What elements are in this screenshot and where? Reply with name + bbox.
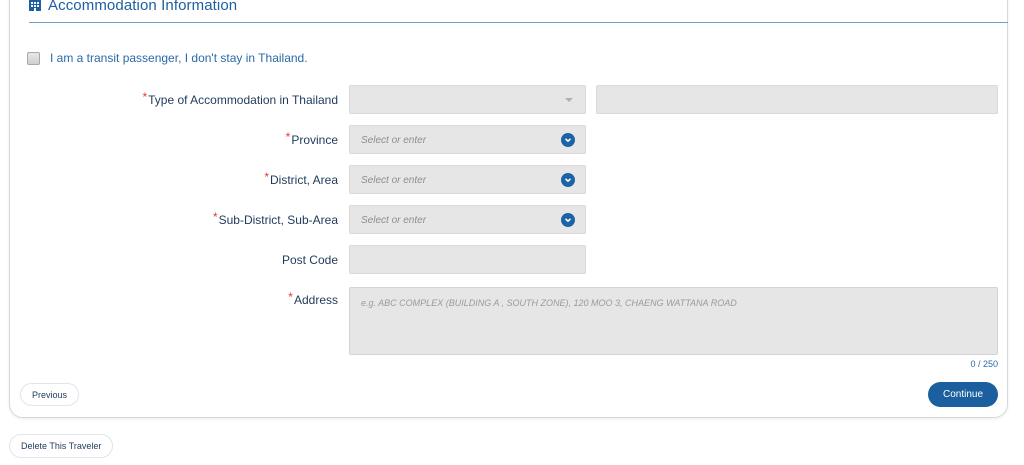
transit-label: I am a transit passenger, I don't stay i… [50,51,308,65]
province-placeholder: Select or enter [361,135,427,146]
required-mark: * [142,90,148,104]
section-title: Accommodation Information [48,0,238,14]
section-header: Accommodation Information [28,0,237,16]
address-placeholder: e.g. ABC COMPLEX (BUILDING A , SOUTH ZON… [361,298,737,308]
chevron-down-icon [565,98,573,102]
chevron-down-icon[interactable] [561,213,575,227]
sub-district-placeholder: Select or enter [361,215,427,226]
transit-passenger-option[interactable]: I am a transit passenger, I don't stay i… [27,51,308,65]
sub-district-select[interactable]: Select or enter [349,205,586,234]
accommodation-type-label-text: Type of Accommodation in Thailand [148,93,338,107]
chevron-down-icon[interactable] [561,173,575,187]
previous-button[interactable]: Previous [20,383,80,406]
delete-traveler-button[interactable]: Delete This Traveler [9,434,114,458]
address-label: *Address [288,290,338,307]
accommodation-type-label: *Type of Accommodation in Thailand [142,90,338,107]
required-mark: * [288,290,293,304]
required-mark: * [264,170,269,184]
required-mark: * [285,130,291,144]
address-label-text: Address [293,293,338,307]
required-mark: * [212,210,218,224]
chevron-down-icon[interactable] [561,133,575,147]
district-label-text: District, Area [269,173,338,187]
district-placeholder: Select or enter [361,175,427,186]
accommodation-type-detail-input[interactable] [596,85,998,114]
district-select[interactable]: Select or enter [349,165,586,194]
accommodation-type-select[interactable] [349,85,586,114]
province-label-text: Province [291,133,338,147]
district-label: *District, Area [264,170,338,187]
sub-district-label: *Sub-District, Sub-Area [212,210,338,227]
province-label: *Province [285,130,338,147]
section-divider [29,22,1008,23]
transit-checkbox[interactable] [27,51,40,65]
address-char-counter: 0 / 250 [970,359,998,369]
post-code-label: Post Code [281,253,338,267]
building-icon [28,0,42,12]
province-select[interactable]: Select or enter [349,125,586,154]
sub-district-label-text: Sub-District, Sub-Area [218,213,338,227]
address-textarea[interactable]: e.g. ABC COMPLEX (BUILDING A , SOUTH ZON… [349,287,998,355]
post-code-input[interactable] [349,245,586,274]
continue-button[interactable]: Continue [928,382,998,407]
